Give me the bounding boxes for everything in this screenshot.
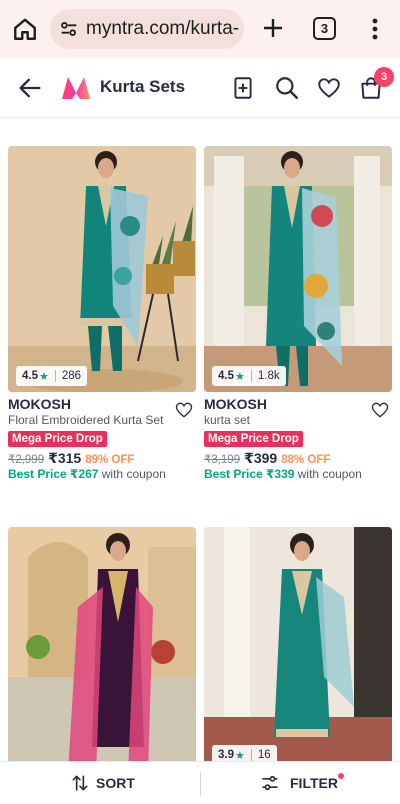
sort-button[interactable]: SORT xyxy=(70,762,135,804)
wishlist-heart-icon[interactable] xyxy=(370,400,390,420)
product-card[interactable] xyxy=(8,527,196,761)
rating-count: 16 xyxy=(257,749,271,761)
best-price-label: Best Price xyxy=(204,467,263,481)
price-row: ₹2,999 ₹315 89% OFF xyxy=(8,450,134,467)
star-icon: ★ xyxy=(235,370,245,383)
url-bar[interactable]: myntra.com/kurta- xyxy=(50,9,244,49)
app-header: Kurta Sets xyxy=(0,58,400,118)
rating-chip: 4.5 ★ 286 xyxy=(16,366,88,386)
product-name: kurta set xyxy=(204,413,251,427)
product-card[interactable]: 4.5 ★ 1.8k MOKOSH kurta set Mega Price D… xyxy=(204,146,392,486)
best-price: ₹267 xyxy=(70,467,99,481)
site-settings-icon[interactable] xyxy=(58,18,80,40)
coupon-text: with coupon xyxy=(297,467,362,481)
product-brand: MOKOSH xyxy=(8,396,71,412)
product-brand: MOKOSH xyxy=(204,396,267,412)
search-icon[interactable] xyxy=(274,75,300,101)
star-icon: ★ xyxy=(235,749,245,762)
selling-price: ₹315 xyxy=(48,450,82,466)
rating-value: 4.5 xyxy=(218,370,234,382)
product-image[interactable]: 4.5 ★ 286 xyxy=(8,146,196,392)
add-to-collection-icon[interactable] xyxy=(230,75,256,101)
rating-chip: 3.9 ★ 16 xyxy=(212,745,277,761)
filter-button[interactable]: FILTER xyxy=(260,762,338,804)
best-price-row: Best Price ₹339 with coupon xyxy=(204,467,362,481)
divider xyxy=(250,749,252,761)
filter-label: FILTER xyxy=(290,775,338,791)
discount: 89% OFF xyxy=(85,454,135,466)
sort-icon xyxy=(72,775,88,791)
divider xyxy=(200,772,201,796)
product-image[interactable] xyxy=(8,527,196,761)
filter-active-dot xyxy=(338,773,344,779)
product-image[interactable]: 3.9 ★ 16 xyxy=(204,527,392,761)
tab-count: 3 xyxy=(320,21,329,36)
product-name: Floral Embroidered Kurta Set xyxy=(8,413,164,427)
best-price-label: Best Price xyxy=(8,467,67,481)
star-icon: ★ xyxy=(39,370,49,383)
deal-badge: Mega Price Drop xyxy=(8,431,107,447)
home-icon[interactable] xyxy=(12,16,38,42)
mrp: ₹2,999 xyxy=(8,454,45,466)
rating-chip: 4.5 ★ 1.8k xyxy=(212,366,286,386)
divider xyxy=(250,370,252,382)
myntra-logo-icon[interactable] xyxy=(60,75,92,101)
selling-price: ₹399 xyxy=(244,450,278,466)
page-title: Kurta Sets xyxy=(100,77,186,96)
tab-switcher-button[interactable]: 3 xyxy=(313,17,336,40)
rating-count: 286 xyxy=(61,370,82,382)
sort-filter-bar: SORT FILTER xyxy=(0,761,400,803)
wishlist-heart-icon[interactable] xyxy=(174,400,194,420)
back-arrow-icon[interactable] xyxy=(16,74,44,102)
product-card[interactable]: 3.9 ★ 16 xyxy=(204,527,392,761)
product-card[interactable]: 4.5 ★ 286 MOKOSH Floral Embroidered Kurt… xyxy=(8,146,196,486)
wishlist-heart-icon[interactable] xyxy=(316,75,342,101)
divider xyxy=(54,370,56,382)
best-price: ₹339 xyxy=(266,467,295,481)
bag-count: 3 xyxy=(380,71,388,83)
url-text: myntra.com/kurta- xyxy=(86,18,240,39)
browser-toolbar: myntra.com/kurta- 3 xyxy=(0,0,400,58)
coupon-text: with coupon xyxy=(101,467,166,481)
price-row: ₹3,199 ₹399 88% OFF xyxy=(204,450,330,467)
new-tab-icon[interactable] xyxy=(261,16,285,40)
sort-label: SORT xyxy=(96,775,135,791)
filter-icon xyxy=(262,775,278,791)
deal-badge: Mega Price Drop xyxy=(204,431,303,447)
rating-count: 1.8k xyxy=(257,370,280,382)
rating-value: 4.5 xyxy=(22,370,38,382)
product-image[interactable]: 4.5 ★ 1.8k xyxy=(204,146,392,392)
bag-count-badge: 3 xyxy=(374,67,394,87)
more-menu-icon[interactable] xyxy=(366,16,384,42)
rating-value: 3.9 xyxy=(218,749,234,761)
discount: 88% OFF xyxy=(281,454,331,466)
mrp: ₹3,199 xyxy=(204,454,241,466)
best-price-row: Best Price ₹267 with coupon xyxy=(8,467,166,481)
